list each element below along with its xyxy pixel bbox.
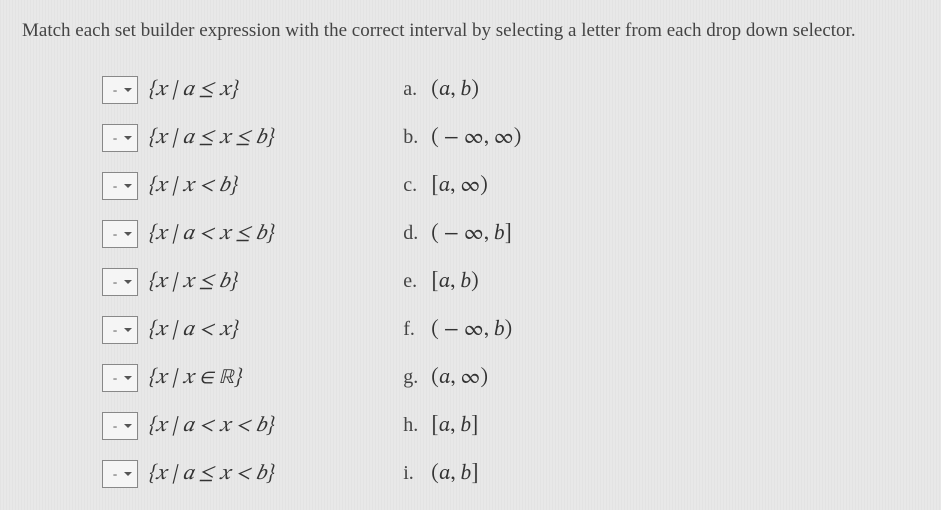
set-expression: {𝑥 | 𝑥 ≤ 𝑏} (148, 269, 237, 295)
chevron-down-icon (123, 373, 133, 383)
answer-interval: [𝑎, ∞) (431, 173, 488, 199)
question-row: - {𝑥 | 𝑎 < 𝑥} (102, 313, 273, 347)
answer-interval: ( − ∞, 𝑏) (431, 317, 512, 343)
answer-letter: f. (403, 318, 425, 341)
dropdown-selector[interactable]: - (102, 316, 138, 344)
question-row: - {𝑥 | 𝑥 ≤ 𝑏} (102, 265, 273, 299)
answer-letter: a. (403, 78, 425, 101)
question-row: - {𝑥 | 𝑎 ≤ 𝑥} (102, 73, 273, 107)
dropdown-value: - (107, 226, 123, 242)
dropdown-selector[interactable]: - (102, 172, 138, 200)
answer-interval: (𝑎, 𝑏] (431, 461, 478, 487)
content-area: - {𝑥 | 𝑎 ≤ 𝑥} - {𝑥 | 𝑎 ≤ 𝑥 ≤ 𝑏} - {𝑥 | 𝑥… (22, 73, 919, 491)
answer-letter: i. (403, 462, 425, 485)
answer-row: c. [𝑎, ∞) (403, 169, 521, 203)
question-row: - {𝑥 | 𝑥 < 𝑏} (102, 169, 273, 203)
question-row: - {𝑥 | 𝑎 < 𝑥 ≤ 𝑏} (102, 217, 273, 251)
dropdown-value: - (107, 130, 123, 146)
chevron-down-icon (123, 277, 133, 287)
answer-interval: [𝑎, 𝑏] (431, 413, 478, 439)
answer-letter: b. (403, 126, 425, 149)
dropdown-selector[interactable]: - (102, 412, 138, 440)
answers-column: a. (𝑎, 𝑏) b. ( − ∞, ∞) c. [𝑎, ∞) d. ( − … (403, 73, 521, 491)
answer-row: a. (𝑎, 𝑏) (403, 73, 521, 107)
answer-row: e. [𝑎, 𝑏) (403, 265, 521, 299)
answer-interval: ( − ∞, 𝑏] (431, 221, 512, 247)
questions-column: - {𝑥 | 𝑎 ≤ 𝑥} - {𝑥 | 𝑎 ≤ 𝑥 ≤ 𝑏} - {𝑥 | 𝑥… (102, 73, 273, 491)
question-row: - {𝑥 | 𝑎 ≤ 𝑥 < 𝑏} (102, 457, 273, 491)
chevron-down-icon (123, 325, 133, 335)
dropdown-value: - (107, 322, 123, 338)
chevron-down-icon (123, 421, 133, 431)
dropdown-value: - (107, 82, 123, 98)
answer-row: i. (𝑎, 𝑏] (403, 457, 521, 491)
set-expression: {𝑥 | 𝑎 < 𝑥 ≤ 𝑏} (148, 221, 273, 247)
set-expression: {𝑥 | 𝑎 < 𝑥 < 𝑏} (148, 413, 273, 439)
dropdown-selector[interactable]: - (102, 364, 138, 392)
answer-row: h. [𝑎, 𝑏] (403, 409, 521, 443)
dropdown-selector[interactable]: - (102, 268, 138, 296)
dropdown-value: - (107, 178, 123, 194)
answer-row: g. (𝑎, ∞) (403, 361, 521, 395)
chevron-down-icon (123, 469, 133, 479)
answer-row: d. ( − ∞, 𝑏] (403, 217, 521, 251)
dropdown-selector[interactable]: - (102, 124, 138, 152)
dropdown-value: - (107, 274, 123, 290)
set-expression: {𝑥 | 𝑎 ≤ 𝑥 < 𝑏} (148, 461, 273, 487)
dropdown-selector[interactable]: - (102, 220, 138, 248)
chevron-down-icon (123, 181, 133, 191)
answer-letter: h. (403, 414, 425, 437)
set-expression: {𝑥 | 𝑎 ≤ 𝑥 ≤ 𝑏} (148, 125, 273, 151)
dropdown-value: - (107, 370, 123, 386)
chevron-down-icon (123, 133, 133, 143)
chevron-down-icon (123, 85, 133, 95)
question-row: - {𝑥 | 𝑎 ≤ 𝑥 ≤ 𝑏} (102, 121, 273, 155)
answer-interval: (𝑎, 𝑏) (431, 77, 479, 103)
answer-row: b. ( − ∞, ∞) (403, 121, 521, 155)
answer-letter: d. (403, 222, 425, 245)
set-expression: {𝑥 | 𝑥 ∈ ℝ} (148, 365, 241, 391)
dropdown-selector[interactable]: - (102, 76, 138, 104)
answer-interval: (𝑎, ∞) (431, 365, 488, 391)
answer-letter: e. (403, 270, 425, 293)
answer-letter: g. (403, 366, 425, 389)
set-expression: {𝑥 | 𝑎 < 𝑥} (148, 317, 237, 343)
chevron-down-icon (123, 229, 133, 239)
answer-interval: [𝑎, 𝑏) (431, 269, 478, 295)
dropdown-value: - (107, 466, 123, 482)
question-row: - {𝑥 | 𝑥 ∈ ℝ} (102, 361, 273, 395)
answer-row: f. ( − ∞, 𝑏) (403, 313, 521, 347)
question-row: - {𝑥 | 𝑎 < 𝑥 < 𝑏} (102, 409, 273, 443)
instructions-text: Match each set builder expression with t… (22, 18, 919, 45)
dropdown-selector[interactable]: - (102, 460, 138, 488)
answer-interval: ( − ∞, ∞) (431, 125, 521, 151)
dropdown-value: - (107, 418, 123, 434)
set-expression: {𝑥 | 𝑥 < 𝑏} (148, 173, 237, 199)
answer-letter: c. (403, 174, 425, 197)
set-expression: {𝑥 | 𝑎 ≤ 𝑥} (148, 77, 237, 103)
